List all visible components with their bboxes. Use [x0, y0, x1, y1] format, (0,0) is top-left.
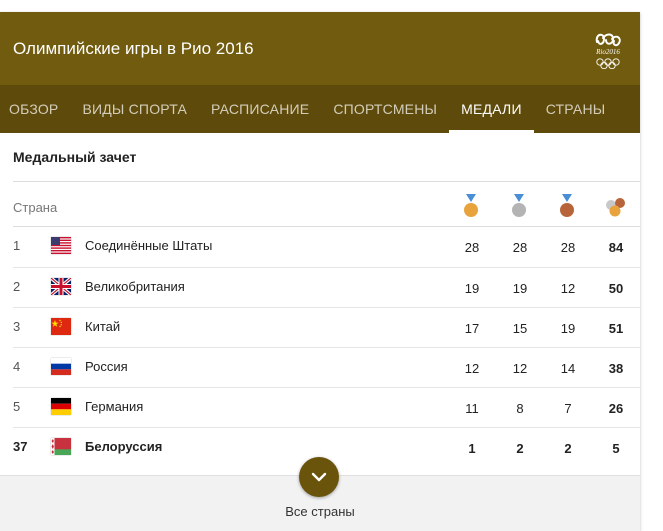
country-column-header: Страна — [13, 200, 58, 215]
chevron-down-icon — [311, 472, 327, 482]
country-name: Германия — [85, 399, 144, 414]
rank: 3 — [13, 319, 21, 334]
country-name: Белоруссия — [85, 439, 163, 454]
by-flag-icon — [51, 438, 71, 455]
gold-count: 12 — [464, 361, 480, 376]
gold-count: 11 — [465, 401, 479, 416]
silver-medal-icon — [512, 194, 526, 217]
silver-count: 2 — [516, 441, 524, 456]
country-name: Великобритания — [85, 279, 185, 294]
country-name: Соединённые Штаты — [85, 238, 213, 253]
total-count: 26 — [608, 401, 624, 416]
medal-table-title: Медальный зачет — [13, 149, 137, 165]
rank: 5 — [13, 399, 21, 414]
bronze-count: 14 — [560, 361, 576, 376]
gb-flag-icon — [51, 278, 71, 295]
silver-count: 28 — [512, 240, 528, 255]
tab-bar: ОБЗОР ВИДЫ СПОРТА РАСПИСАНИЕ СПОРТСМЕНЫ … — [0, 85, 640, 133]
tab-medals[interactable]: МЕДАЛИ — [449, 85, 534, 133]
rank: 1 — [13, 238, 21, 253]
rank: 37 — [13, 439, 28, 454]
rio2016-logo-text: Rio2016 — [595, 48, 620, 56]
country-name: Россия — [85, 359, 128, 374]
gold-count: 28 — [464, 240, 480, 255]
us-flag-icon — [51, 237, 71, 254]
table-row[interactable]: 4 Россия 12 12 14 38 — [0, 348, 640, 388]
gold-count: 17 — [464, 321, 480, 336]
silver-count: 12 — [512, 361, 528, 376]
total-count: 5 — [612, 441, 620, 456]
bronze-count: 28 — [560, 240, 576, 255]
tab-sports[interactable]: ВИДЫ СПОРТА — [82, 85, 187, 133]
tab-countries[interactable]: СТРАНЫ — [546, 85, 606, 133]
card-header: Олимпийские игры в Рио 2016 Rio2016 — [0, 12, 640, 85]
total-medals-icon — [606, 198, 625, 217]
gold-medal-icon — [464, 194, 478, 217]
rank: 4 — [13, 359, 21, 374]
table-row[interactable]: 5 Германия 11 8 7 26 — [0, 388, 640, 428]
bronze-count: 12 — [560, 281, 576, 296]
gold-count: 1 — [468, 441, 476, 456]
silver-count: 15 — [512, 321, 528, 336]
total-count: 51 — [608, 321, 624, 336]
total-count: 38 — [608, 361, 624, 376]
bronze-count: 19 — [560, 321, 576, 336]
tab-overview[interactable]: ОБЗОР — [9, 85, 58, 133]
table-row[interactable]: 1 Соединённые Штаты 28 28 28 84 — [0, 227, 640, 267]
table-row[interactable]: 3 Китай 17 15 19 51 — [0, 308, 640, 348]
silver-count: 8 — [516, 401, 524, 416]
gold-count: 19 — [464, 281, 480, 296]
divider — [13, 181, 640, 182]
bronze-medal-icon — [560, 194, 574, 217]
table-row[interactable]: 2 Великобритания 19 19 12 50 — [0, 268, 640, 308]
tab-athletes[interactable]: СПОРТСМЕНЫ — [333, 85, 437, 133]
bronze-count: 7 — [564, 401, 572, 416]
rio2016-logo-icon: Rio2016 — [595, 33, 621, 70]
all-countries-link[interactable]: Все страны — [0, 504, 640, 519]
total-count: 50 — [608, 281, 624, 296]
de-flag-icon — [51, 398, 71, 415]
country-name: Китай — [85, 319, 121, 334]
page-title: Олимпийские игры в Рио 2016 — [13, 39, 254, 58]
bronze-count: 2 — [564, 441, 572, 456]
silver-count: 19 — [512, 281, 528, 296]
olympics-card: Олимпийские игры в Рио 2016 Rio2016 ОБЗО… — [0, 12, 640, 531]
cn-flag-icon — [51, 318, 71, 335]
tab-schedule[interactable]: РАСПИСАНИЕ — [211, 85, 309, 133]
total-count: 84 — [608, 240, 624, 255]
rank: 2 — [13, 279, 21, 294]
expand-button[interactable] — [299, 457, 339, 497]
ru-flag-icon — [51, 358, 71, 375]
